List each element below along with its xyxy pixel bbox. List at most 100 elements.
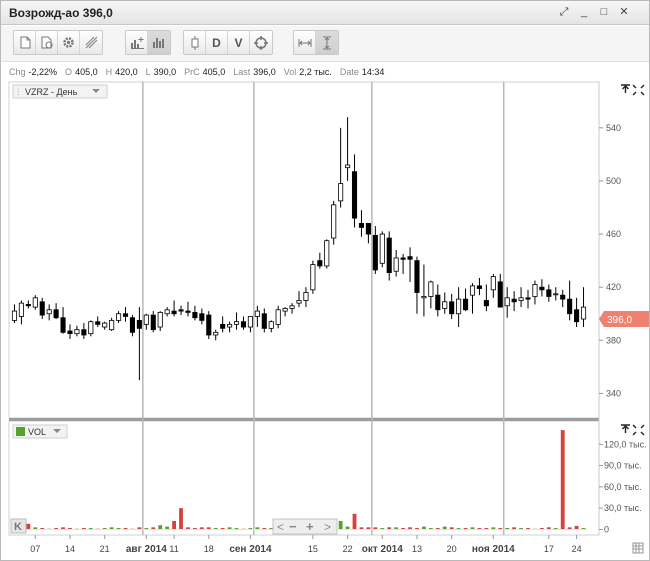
scroll-left-button[interactable]: <: [277, 520, 284, 534]
instrument-label: VZRZ - День: [25, 87, 78, 97]
candle-body: [122, 313, 129, 317]
volume-label: VOL: [28, 427, 46, 437]
candle-body: [324, 240, 330, 267]
candle-body: [46, 309, 52, 315]
candle-body: [178, 309, 184, 312]
candle-body: [386, 237, 392, 273]
candle-body: [95, 321, 101, 325]
candle: [331, 200, 337, 245]
resize-grip-icon[interactable]: [632, 542, 644, 554]
price-panel-move-up-icon[interactable]: [621, 84, 630, 93]
candle-body: [365, 223, 371, 235]
volume-bar: [338, 520, 343, 530]
candle-body: [32, 297, 38, 308]
candle-body: [109, 319, 115, 331]
candle-body: [358, 223, 365, 228]
candle-body: [81, 329, 87, 336]
candle-body: [275, 309, 281, 325]
candle-body: [421, 296, 427, 299]
time-tick-label: 17: [544, 544, 554, 554]
candle-body: [116, 313, 122, 321]
candle-body: [303, 292, 309, 301]
candle-body: [206, 314, 212, 336]
zoom-in-icon: +: [306, 519, 314, 534]
candle-body: [289, 305, 295, 309]
price-panel: [8, 81, 600, 419]
candle-body: [504, 297, 510, 307]
volume-tick-label: 90,0 тыс.: [604, 461, 642, 471]
volume-bar: [26, 523, 31, 530]
volume-bar: [574, 525, 579, 530]
candle-body: [580, 306, 587, 320]
scroll-right-icon: >: [324, 520, 331, 534]
candle-body: [567, 298, 573, 315]
candle-body: [268, 321, 274, 329]
candle-body: [449, 301, 455, 315]
time-tick-label: окт 2014: [362, 544, 403, 555]
candle-body: [546, 289, 552, 297]
volume-bar: [560, 430, 565, 530]
volume-panel-expand-icon[interactable]: [632, 424, 645, 436]
time-tick-label: 22: [343, 544, 353, 554]
navigator-controls: < − + >: [272, 518, 338, 535]
time-tick-label: 20: [447, 544, 457, 554]
price-tick-label: 500: [606, 176, 621, 186]
time-tick-label: 14: [65, 544, 75, 554]
candle-body: [525, 297, 531, 300]
candle-body: [553, 293, 559, 296]
candle-body: [372, 234, 378, 271]
candle-body: [39, 301, 45, 316]
chart-type-icon: ⫶: [17, 87, 19, 97]
price-tick-label: 460: [606, 229, 621, 239]
volume-panel-move-up-icon[interactable]: [621, 424, 630, 433]
candle-body: [518, 297, 524, 301]
scroll-left-icon: <: [277, 520, 284, 534]
candle-body: [379, 233, 385, 264]
price-chart[interactable]: 340 380 420 460 500 540 0 30,0 тыс. 60,0 тыс. 90…: [1, 1, 650, 561]
candle-body: [296, 300, 302, 304]
price-tick-label: 420: [606, 282, 621, 292]
instrument-selector[interactable]: ⫶ VZRZ - День: [12, 84, 108, 99]
time-tick-label: 15: [308, 544, 318, 554]
candle: [88, 320, 94, 337]
candle-body: [476, 285, 482, 289]
candle-body: [407, 256, 413, 260]
candle-body: [199, 313, 205, 321]
candle-body: [435, 294, 441, 311]
scroll-right-button[interactable]: >: [324, 520, 331, 534]
volume-bar: [352, 513, 357, 530]
price-tick-label: 540: [606, 123, 621, 133]
candle-body: [338, 183, 344, 202]
zoom-out-icon: −: [289, 519, 297, 534]
candle-body: [414, 260, 420, 293]
candle-body: [400, 257, 406, 260]
candle-body: [539, 286, 545, 291]
scroll-start-button[interactable]: K: [10, 518, 27, 534]
price-tick-label: 340: [606, 388, 621, 398]
candle-body: [442, 301, 448, 309]
price-tick-label: 380: [606, 335, 621, 345]
time-tick-label: 18: [204, 544, 214, 554]
candle-body: [351, 171, 358, 219]
candle-body: [483, 300, 489, 307]
time-tick-label: 24: [572, 544, 582, 554]
candle-body: [254, 310, 260, 317]
volume-bar: [158, 525, 163, 530]
time-tick-label: 07: [30, 544, 40, 554]
zoom-out-button[interactable]: −: [289, 519, 297, 534]
candle-body: [171, 310, 177, 315]
last-price-badge: 396,0: [599, 311, 649, 328]
candle-body: [469, 285, 476, 296]
time-tick-label: 21: [100, 544, 110, 554]
time-tick-label: сен 2014: [229, 544, 272, 555]
candle-body: [310, 264, 316, 291]
candle: [379, 231, 385, 268]
price-panel-expand-icon[interactable]: [632, 84, 645, 96]
zoom-in-button[interactable]: +: [306, 519, 314, 534]
candle-body: [574, 309, 580, 323]
volume-panel: [8, 420, 600, 536]
volume-selector[interactable]: VOL: [12, 424, 68, 439]
candle-body: [233, 321, 240, 325]
candle-body: [220, 323, 226, 329]
candle-body: [497, 281, 503, 308]
